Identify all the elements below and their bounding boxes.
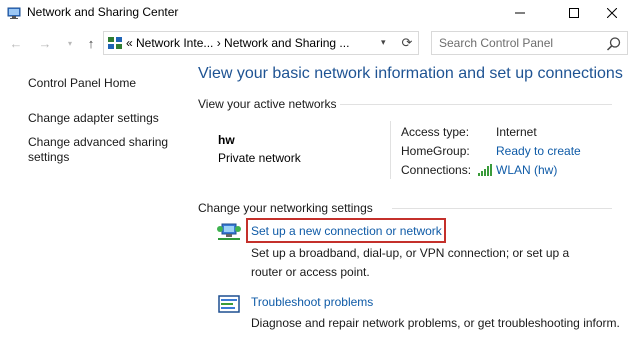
network-name: hw bbox=[218, 133, 235, 147]
connections-label: Connections: bbox=[401, 163, 472, 177]
connection-link[interactable]: WLAN (hw) bbox=[496, 163, 557, 177]
sidebar-item-change-advanced-sharing[interactable]: Change advanced sharing bbox=[28, 134, 168, 150]
up-button[interactable]: ↑ bbox=[83, 35, 99, 51]
active-networks-header: View your active networks bbox=[198, 97, 337, 111]
setup-connection-desc-line1: Set up a broadband, dial-up, or VPN conn… bbox=[251, 246, 570, 260]
sidebar-item-control-panel-home[interactable]: Control Panel Home bbox=[28, 75, 136, 91]
homegroup-link[interactable]: Ready to create bbox=[496, 144, 581, 158]
arrow-left-icon: ← bbox=[9, 35, 23, 51]
left-pane: Control Panel Home Change adapter settin… bbox=[0, 60, 186, 349]
troubleshoot-link[interactable]: Troubleshoot problems bbox=[251, 295, 373, 309]
back-button[interactable]: ← bbox=[8, 35, 24, 51]
close-icon bbox=[607, 8, 617, 18]
setup-connection-desc-line2: router or access point. bbox=[251, 265, 370, 279]
window-title: Network and Sharing Center bbox=[27, 5, 179, 19]
title-bar: Network and Sharing Center bbox=[0, 0, 635, 26]
homegroup-label: HomeGroup: bbox=[401, 144, 470, 158]
troubleshoot-icon bbox=[218, 295, 240, 313]
maximize-icon bbox=[569, 8, 579, 18]
troubleshoot-desc: Diagnose and repair network problems, or… bbox=[251, 316, 620, 330]
new-connection-icon bbox=[217, 223, 241, 240]
access-type-value: Internet bbox=[496, 125, 537, 139]
network-divider bbox=[390, 121, 391, 179]
sidebar-item-change-adapter-settings[interactable]: Change adapter settings bbox=[28, 110, 159, 126]
active-networks-divider bbox=[340, 104, 612, 105]
control-panel-icon bbox=[108, 37, 122, 49]
setup-connection-link[interactable]: Set up a new connection or network bbox=[251, 224, 442, 238]
wifi-signal-icon bbox=[478, 164, 492, 176]
access-type-label: Access type: bbox=[401, 125, 470, 139]
close-button[interactable] bbox=[589, 0, 635, 26]
search-icon[interactable] bbox=[606, 36, 622, 52]
refresh-icon[interactable]: ⟳ bbox=[399, 35, 415, 51]
address-dropdown-icon[interactable]: ▾ bbox=[381, 37, 393, 49]
search-placeholder: Search Control Panel bbox=[439, 36, 554, 50]
chevron-down-icon: ▾ bbox=[67, 38, 72, 48]
arrow-right-icon: → bbox=[38, 35, 52, 51]
recent-locations-button[interactable]: ▾ bbox=[62, 35, 78, 51]
address-path[interactable]: « Network Inte... › Network and Sharing … bbox=[126, 36, 349, 50]
sidebar-item-change-advanced-sharing-cont[interactable]: settings bbox=[28, 149, 69, 165]
network-type: Private network bbox=[218, 151, 301, 165]
minimize-button[interactable] bbox=[497, 0, 543, 26]
network-center-icon bbox=[7, 7, 21, 19]
minimize-icon bbox=[515, 12, 525, 14]
forward-button[interactable]: → bbox=[37, 35, 53, 51]
networking-settings-header: Change your networking settings bbox=[198, 201, 373, 215]
arrow-up-icon: ↑ bbox=[87, 35, 95, 51]
networking-settings-divider bbox=[392, 208, 612, 209]
page-title: View your basic network information and … bbox=[198, 65, 623, 82]
search-input[interactable]: Search Control Panel bbox=[431, 31, 628, 55]
address-bar[interactable]: « Network Inte... › Network and Sharing … bbox=[103, 31, 419, 55]
navigation-bar: ← → ▾ ↑ « Network Inte... › Network and … bbox=[0, 29, 635, 57]
